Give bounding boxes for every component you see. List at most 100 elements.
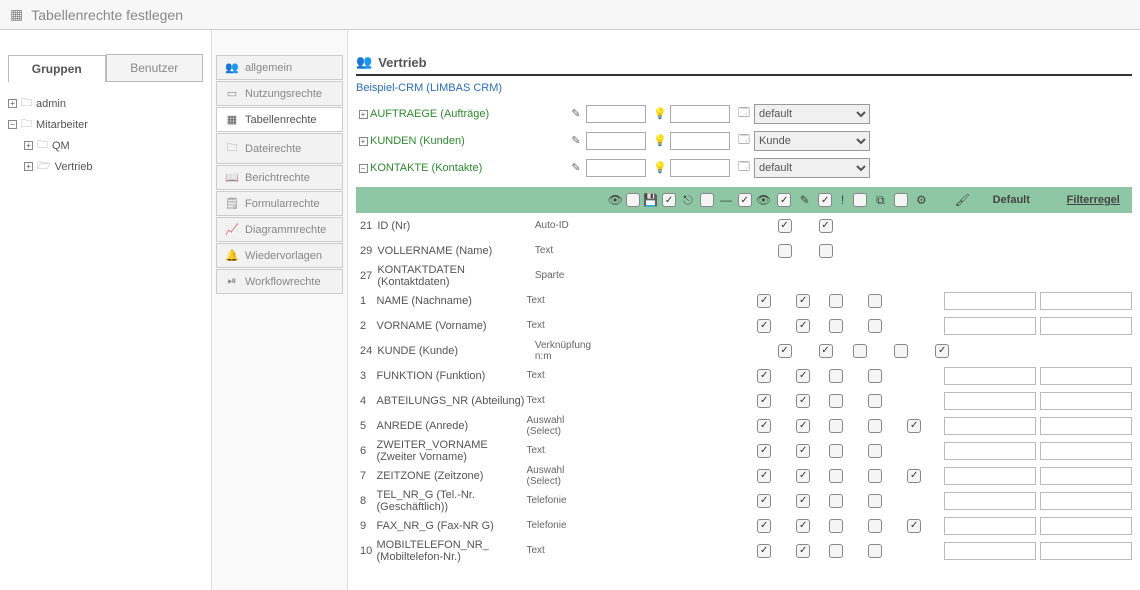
default-input[interactable] bbox=[944, 442, 1036, 460]
checkbox[interactable] bbox=[757, 469, 771, 483]
filter-input[interactable] bbox=[1040, 367, 1132, 385]
checkbox[interactable] bbox=[757, 294, 771, 308]
checkbox[interactable] bbox=[868, 419, 882, 433]
checkbox[interactable] bbox=[829, 494, 843, 508]
header-filter-label[interactable]: Filterregel bbox=[1067, 194, 1120, 206]
save-icon[interactable]: 💾 bbox=[643, 193, 658, 207]
checkbox[interactable] bbox=[819, 344, 833, 358]
copy-icon[interactable]: ⧉ bbox=[876, 193, 885, 208]
checkbox[interactable] bbox=[757, 519, 771, 533]
table-input-1[interactable] bbox=[586, 105, 646, 123]
checkbox[interactable] bbox=[757, 419, 771, 433]
nav-dateirechte[interactable]: 🗀Dateirechte bbox=[216, 133, 343, 164]
default-input[interactable] bbox=[944, 392, 1036, 410]
checkbox[interactable] bbox=[819, 244, 833, 258]
checkbox[interactable] bbox=[757, 394, 771, 408]
filter-input[interactable] bbox=[1040, 467, 1132, 485]
form-icon[interactable]: 🗔 bbox=[734, 131, 754, 150]
filter-input[interactable] bbox=[1040, 442, 1132, 460]
checkbox[interactable] bbox=[796, 319, 810, 333]
checkbox[interactable] bbox=[829, 319, 843, 333]
eye-icon[interactable]: 👁 bbox=[756, 193, 771, 207]
default-input[interactable] bbox=[944, 292, 1036, 310]
filter-input[interactable] bbox=[1040, 517, 1132, 535]
checkbox[interactable] bbox=[796, 394, 810, 408]
default-input[interactable] bbox=[944, 517, 1036, 535]
brush-icon[interactable]: 🖌 bbox=[955, 193, 970, 207]
nav-diagrammrechte[interactable]: 📈Diagrammrechte bbox=[216, 217, 343, 242]
default-input[interactable] bbox=[944, 542, 1036, 560]
checkbox[interactable] bbox=[796, 544, 810, 558]
gear-icon[interactable]: ⚙ bbox=[916, 193, 927, 207]
checkbox[interactable] bbox=[868, 319, 882, 333]
table-input-2[interactable] bbox=[670, 132, 730, 150]
checkbox[interactable] bbox=[829, 294, 843, 308]
pencil-icon[interactable]: ✎ bbox=[566, 107, 586, 120]
table-name-link[interactable]: KONTAKTE (Kontakte) bbox=[370, 162, 566, 174]
filter-input[interactable] bbox=[1040, 392, 1132, 410]
checkbox[interactable] bbox=[796, 494, 810, 508]
header-checkbox[interactable] bbox=[818, 193, 832, 207]
tree-item[interactable]: +🗀admin bbox=[8, 94, 203, 113]
checkbox[interactable] bbox=[796, 294, 810, 308]
header-checkbox[interactable] bbox=[662, 193, 676, 207]
header-checkbox[interactable] bbox=[894, 193, 908, 207]
filter-input[interactable] bbox=[1040, 317, 1132, 335]
checkbox[interactable] bbox=[868, 494, 882, 508]
expand-icon[interactable]: + bbox=[8, 99, 17, 108]
checkbox[interactable] bbox=[868, 444, 882, 458]
checkbox[interactable] bbox=[819, 219, 833, 233]
form-icon[interactable]: 🗔 bbox=[734, 158, 754, 177]
eye-off-icon[interactable]: 👁 bbox=[608, 193, 623, 207]
filter-input[interactable] bbox=[1040, 292, 1132, 310]
checkbox[interactable] bbox=[829, 394, 843, 408]
form-icon[interactable]: 🗔 bbox=[734, 104, 754, 123]
header-checkbox[interactable] bbox=[777, 193, 791, 207]
checkbox[interactable] bbox=[868, 294, 882, 308]
checkbox[interactable] bbox=[829, 519, 843, 533]
expand-icon[interactable]: + bbox=[356, 108, 370, 120]
checkbox[interactable] bbox=[778, 219, 792, 233]
checkbox[interactable] bbox=[894, 344, 908, 358]
table-input-2[interactable] bbox=[670, 105, 730, 123]
nav-allgemein[interactable]: 👥allgemein bbox=[216, 55, 343, 80]
checkbox[interactable] bbox=[868, 394, 882, 408]
checkbox[interactable] bbox=[829, 469, 843, 483]
checkbox[interactable] bbox=[757, 369, 771, 383]
table-input-2[interactable] bbox=[670, 159, 730, 177]
nav-wiedervorlagen[interactable]: 🔔Wiedervorlagen bbox=[216, 243, 343, 268]
minus-icon[interactable]: — bbox=[720, 193, 732, 207]
checkbox[interactable] bbox=[868, 519, 882, 533]
checkbox[interactable] bbox=[829, 444, 843, 458]
checkbox[interactable] bbox=[868, 469, 882, 483]
tool-icon[interactable]: ⎋ bbox=[683, 193, 693, 208]
expand-icon[interactable]: − bbox=[8, 120, 17, 129]
checkbox[interactable] bbox=[757, 494, 771, 508]
checkbox[interactable] bbox=[935, 344, 949, 358]
checkbox[interactable] bbox=[868, 369, 882, 383]
header-checkbox[interactable] bbox=[738, 193, 752, 207]
default-input[interactable] bbox=[944, 317, 1036, 335]
checkbox[interactable] bbox=[778, 244, 792, 258]
checkbox[interactable] bbox=[796, 469, 810, 483]
pencil-icon[interactable]: ✎ bbox=[566, 161, 586, 174]
bulb-icon[interactable]: 💡 bbox=[650, 107, 670, 120]
pencil-icon[interactable]: ✎ bbox=[566, 134, 586, 147]
expand-icon[interactable]: + bbox=[24, 162, 33, 171]
checkbox[interactable] bbox=[796, 519, 810, 533]
nav-berichtrechte[interactable]: 📖Berichtrechte bbox=[216, 165, 343, 190]
checkbox[interactable] bbox=[757, 444, 771, 458]
form-select[interactable]: default bbox=[754, 104, 870, 124]
tab-gruppen[interactable]: Gruppen bbox=[8, 55, 106, 82]
tree-item[interactable]: +🗀QM bbox=[8, 136, 203, 155]
checkbox[interactable] bbox=[757, 544, 771, 558]
checkbox[interactable] bbox=[829, 544, 843, 558]
checkbox[interactable] bbox=[829, 419, 843, 433]
form-select[interactable]: default bbox=[754, 158, 870, 178]
expand-icon[interactable]: + bbox=[24, 141, 33, 150]
form-select[interactable]: Kunde bbox=[754, 131, 870, 151]
expand-icon[interactable]: − bbox=[356, 162, 370, 174]
nav-formularrechte[interactable]: 🗒Formularrechte bbox=[216, 191, 343, 216]
header-checkbox[interactable] bbox=[626, 193, 640, 207]
header-checkbox[interactable] bbox=[700, 193, 714, 207]
